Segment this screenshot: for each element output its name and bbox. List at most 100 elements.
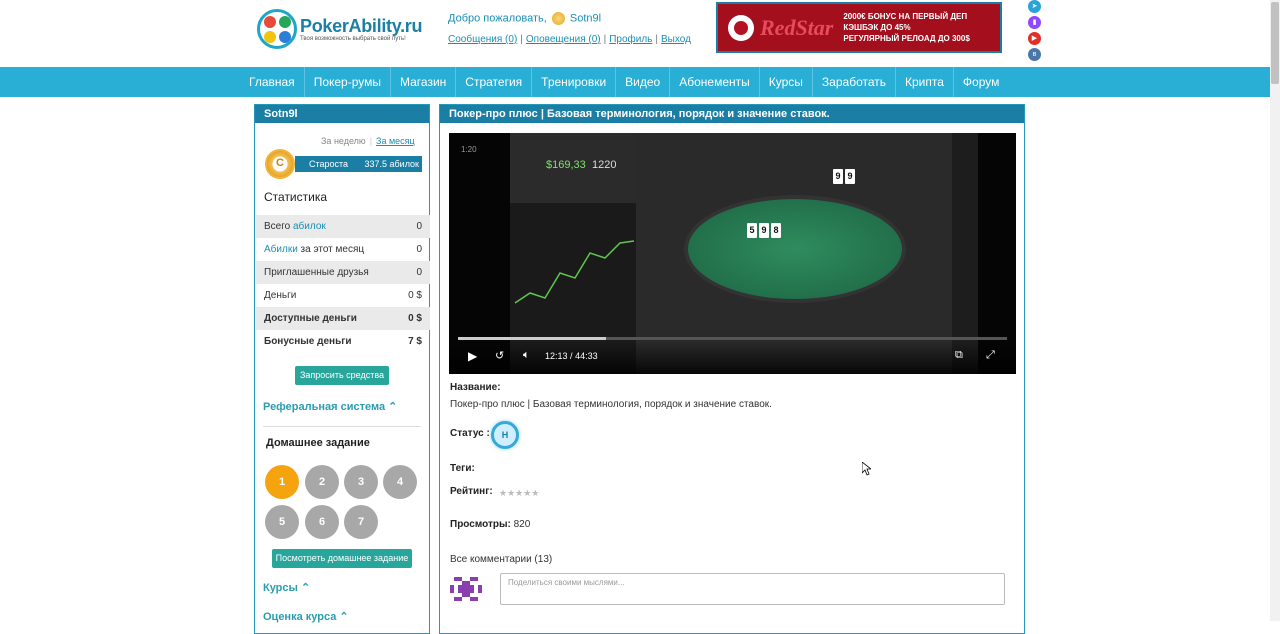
nav-item-forum[interactable]: Форум [954, 67, 1008, 97]
homework-item[interactable]: 3 [344, 465, 378, 499]
board-card: 5 [747, 223, 757, 238]
video-progress-bar[interactable] [458, 337, 1007, 340]
video-panel: Покер-про плюс | Базовая терминология, п… [439, 104, 1025, 634]
logo-icon [257, 9, 297, 49]
homework-title: Домашнее задание [266, 437, 370, 449]
nav-item-earn[interactable]: Заработать [813, 67, 896, 97]
nav-item-subscriptions[interactable]: Абонементы [670, 67, 760, 97]
rank-medal-icon: C [265, 149, 295, 179]
stats-label-link[interactable]: абилок [293, 221, 326, 232]
views-label: Просмотры: [450, 519, 511, 530]
period-week[interactable]: За неделю [321, 136, 366, 146]
video-price-2: 1220 [592, 159, 617, 171]
homework-item[interactable]: 5 [265, 505, 299, 539]
courses-toggle[interactable]: Курсы ⌃ [263, 581, 310, 594]
homework-item[interactable]: 7 [344, 505, 378, 539]
video-time-separator: / [570, 351, 573, 361]
stats-label: Бонусные деньги [264, 336, 352, 347]
pip-icon[interactable]: ⧉ [955, 349, 963, 362]
rewind-icon[interactable]: ↺ [495, 349, 504, 362]
nav-item-home[interactable]: Главная [240, 67, 305, 97]
status-badge[interactable]: H [491, 421, 519, 449]
board-card: 9 [759, 223, 769, 238]
main-nav: Главная Покер-румы Магазин Стратегия Тре… [0, 67, 1270, 97]
redstar-banner[interactable]: RedStar 2000€ БОНУС НА ПЕРВЫЙ ДЕП КЭШБЭК… [716, 2, 1002, 53]
sidebar-username: Sotn9l [255, 105, 429, 123]
status-label-text: Статус : [450, 428, 490, 439]
twitch-icon[interactable]: ▮ [1028, 16, 1041, 29]
homework-item[interactable]: 1 [265, 465, 299, 499]
video-price: $169,33 [546, 159, 586, 171]
status-label: Статус : [450, 428, 490, 439]
rank-value: 337.5 абилок [364, 159, 419, 169]
homework-item[interactable]: 6 [305, 505, 339, 539]
nav-item-video[interactable]: Видео [616, 67, 671, 97]
stats-label-link[interactable]: Абилки [264, 244, 298, 255]
chevron-up-icon: ⌃ [388, 401, 398, 413]
scrollbar-thumb[interactable] [1271, 2, 1279, 84]
stats-row: Бонусные деньги 7 $ [256, 330, 430, 353]
name-label-text: Название: [450, 382, 501, 393]
site-logo[interactable]: PokerAbility.ru Твоя возможность выбрать… [257, 9, 423, 49]
nav-item-trainings[interactable]: Тренировки [532, 67, 617, 97]
vk-icon[interactable]: в [1028, 48, 1041, 61]
stats-value: 0 $ [408, 313, 422, 324]
rating-label-text: Рейтинг: [450, 486, 493, 497]
nav-item-shop[interactable]: Магазин [391, 67, 457, 97]
social-links: ➤ ▮ ▶ в [1028, 0, 1041, 64]
stats-label: Деньги [264, 290, 297, 301]
referral-toggle[interactable]: Реферальная система ⌃ [263, 400, 397, 413]
video-current-time: 12:13 [545, 351, 568, 361]
header-username[interactable]: Sotn9l [570, 12, 601, 24]
volume-icon[interactable]: 🔈︎ [523, 349, 530, 362]
stats-value: 7 $ [408, 336, 422, 347]
course-rating-label: Оценка курса [263, 611, 337, 623]
divider [263, 426, 421, 427]
welcome-message: Добро пожаловать, Sotn9l [448, 12, 601, 25]
nav-item-strategy[interactable]: Стратегия [456, 67, 533, 97]
board-card: 8 [771, 223, 781, 238]
name-label: Название: [450, 382, 501, 393]
hole-card: 9 [845, 169, 855, 184]
youtube-icon[interactable]: ▶ [1028, 32, 1041, 45]
banner-promo: 2000€ БОНУС НА ПЕРВЫЙ ДЕП КЭШБЭК ДО 45% … [843, 11, 969, 44]
withdraw-button[interactable]: Запросить средства [295, 366, 389, 385]
stats-value: 0 [416, 244, 422, 255]
stats-row: Приглашенные друзья 0 [256, 261, 430, 284]
stats-label: Всего [264, 221, 293, 232]
video-controls-overlay [449, 342, 1016, 374]
telegram-icon[interactable]: ➤ [1028, 0, 1041, 13]
stats-title: Статистика [264, 190, 328, 204]
homework-item[interactable]: 2 [305, 465, 339, 499]
nav-item-crypto[interactable]: Крипта [896, 67, 954, 97]
profile-link[interactable]: Профиль [609, 34, 652, 45]
stats-row: Всего абилок 0 [256, 215, 430, 238]
rating-label: Рейтинг: [450, 486, 493, 497]
user-sidebar: Sotn9l За неделю | За месяц Староста 337.5… [254, 104, 430, 634]
notifications-link[interactable]: Оповещения (0) [526, 34, 601, 45]
nav-item-poker-rooms[interactable]: Покер-румы [305, 67, 391, 97]
play-icon[interactable]: ▶ [468, 349, 477, 363]
period-month[interactable]: За месяц [376, 136, 415, 146]
course-rating-toggle[interactable]: Оценка курса ⌃ [263, 610, 349, 623]
user-links: Сообщения (0) | Оповещения (0) | Профиль | Вых… [448, 34, 691, 45]
nav-item-courses[interactable]: Курсы [760, 67, 813, 97]
fullscreen-icon[interactable]: ⤢ [986, 349, 995, 362]
video-time: 12:13 / 44:33 [545, 351, 598, 361]
stats-row: Деньги 0 $ [256, 284, 430, 307]
rating-stars[interactable]: ★★★★★ [499, 488, 539, 499]
logout-link[interactable]: Выход [661, 34, 691, 45]
logo-title: PokerAbility.ru [300, 16, 423, 36]
video-corner-label: 1:20 [461, 145, 477, 154]
homework-item[interactable]: 4 [383, 465, 417, 499]
banner-line-2: КЭШБЭК ДО 45% [843, 23, 911, 32]
messages-link[interactable]: Сообщения (0) [448, 34, 517, 45]
comments-title: Все комментарии (13) [450, 554, 553, 565]
stats-row: Доступные деньги 0 $ [256, 307, 430, 330]
tags-label-text: Теги: [450, 463, 475, 474]
video-player[interactable]: 1:20 $169,33 1220 5 9 8 9 9 ▶ ↺ 🔈︎ 12:13… [449, 133, 1016, 374]
page-scrollbar[interactable] [1270, 0, 1280, 621]
view-homework-button[interactable]: Посмотреть домашнее задание [272, 549, 412, 568]
tags-label: Теги: [450, 463, 475, 474]
comment-input[interactable]: Поделиться своими мыслями... [500, 573, 1005, 605]
